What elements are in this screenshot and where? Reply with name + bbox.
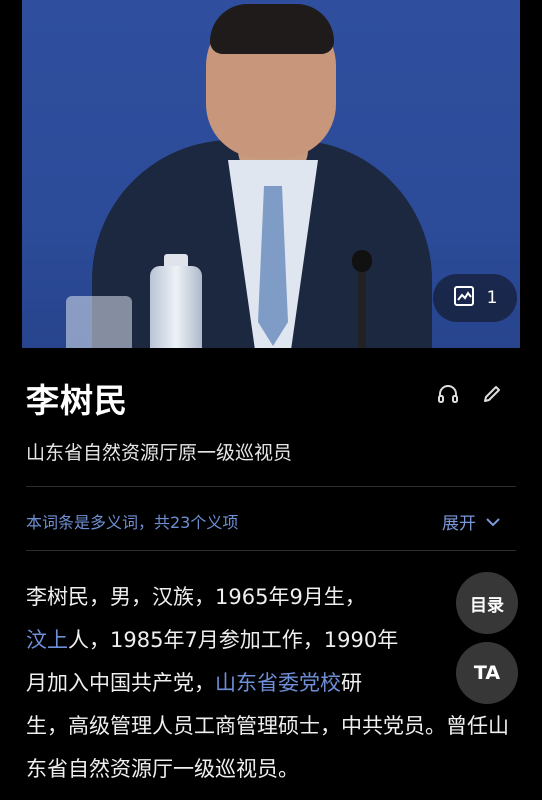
divider-top [26, 486, 516, 487]
summary-text-1: 李树民，男，汉族，1965年9月生， [26, 585, 366, 609]
font-size-button[interactable]: TA [456, 642, 518, 704]
summary-text-3: 月加入中国共产党， [26, 671, 215, 695]
summary-text-2: 人，1985年7月参加工作，1990年 [68, 628, 399, 652]
gallery-icon [453, 285, 475, 311]
entry-title: 李树民 [26, 381, 128, 420]
chevron-down-icon [486, 512, 500, 532]
summary-text-5: 生，高级管理人员工商管理硕士，中共党员。曾任山东省自然资源厅一级巡视员。 [26, 714, 509, 781]
link-party-school[interactable]: 山东省委党校 [215, 671, 341, 695]
headphones-icon[interactable] [436, 382, 460, 410]
link-wenshang[interactable]: 汶上 [26, 628, 68, 652]
glass-cup [66, 296, 132, 348]
hero-photo[interactable]: 1 [0, 0, 542, 348]
person-hair [210, 4, 334, 54]
entry-subtitle: 山东省自然资源厅原一级巡视员 [26, 442, 293, 464]
photo-margin-left [0, 0, 22, 348]
entry-summary: 李树民，男，汉族，1965年9月生， 汶上人，1985年7月参加工作，1990年… [26, 576, 518, 791]
toc-button[interactable]: 目录 [456, 572, 518, 634]
gallery-count: 1 [486, 288, 498, 308]
microphone-head [352, 250, 372, 272]
water-bottle [150, 266, 202, 348]
expand-label: 展开 [442, 514, 476, 534]
expand-button[interactable]: 展开 [442, 509, 500, 534]
summary-text-4: 研 [341, 671, 362, 695]
photo-margin-right [520, 0, 542, 348]
divider-bottom [26, 550, 516, 551]
edit-pencil-icon[interactable] [480, 382, 504, 410]
gallery-button[interactable]: 1 [433, 274, 517, 322]
polysemy-note[interactable]: 本词条是多义词，共23个义项 [26, 509, 238, 533]
